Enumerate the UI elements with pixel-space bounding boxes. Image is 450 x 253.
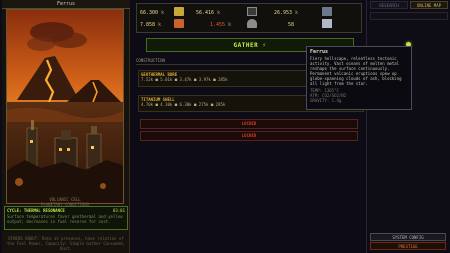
lightning-icon: ⚡ [262,42,267,49]
metal-icon [322,7,332,16]
system-config-button[interactable]: SYSTEM CONFIG [370,233,446,241]
gather-label: GATHER [233,42,259,49]
tab-online-map[interactable]: ONLINE MAP [410,1,448,9]
footer-note: OTHERS ABOUT: Rate at presence, have rel… [6,236,125,251]
planet-title: Ferrus [2,0,130,9]
tooltip-title: Ferrus [310,49,329,55]
fire-icon [174,19,184,28]
locked-slot: LOCKED [140,131,358,141]
planet-tooltip: Ferrus Fiery hellscape, relentless tecto… [306,46,412,110]
planet-illustration [6,9,124,204]
tooltip-meta: TEMP: 1365°C ATM: CO2/SO2/N2 GRAVITY: 1.… [310,88,408,103]
tab-research[interactable]: RESEARCH [370,1,408,9]
ore-icon [174,7,184,16]
stone-icon [247,19,257,28]
prestige-button[interactable]: PRESTIGE [370,242,446,250]
search-input[interactable] [370,12,448,20]
cycle-timer: 03:01 [112,208,125,213]
cycle-panel: CYCLE: THERMAL RESONANCE 03:01 Surface t… [4,206,128,230]
volcano-art [7,10,123,203]
construction-label: CONSTRUCTION [136,58,165,63]
cycle-title: CYCLE: THERMAL RESONANCE [7,208,65,213]
tooltip-gravity: GRAVITY: 1.4g [310,98,342,103]
crystal-icon [322,19,332,28]
locked-slot: LOCKED [140,119,358,129]
energy-icon [247,7,257,16]
cycle-description: Surface temperatures favor geothermal an… [7,214,123,224]
right-sidebar [366,0,450,253]
tooltip-description: Fiery hellscape, relentless tectonic act… [310,56,402,86]
